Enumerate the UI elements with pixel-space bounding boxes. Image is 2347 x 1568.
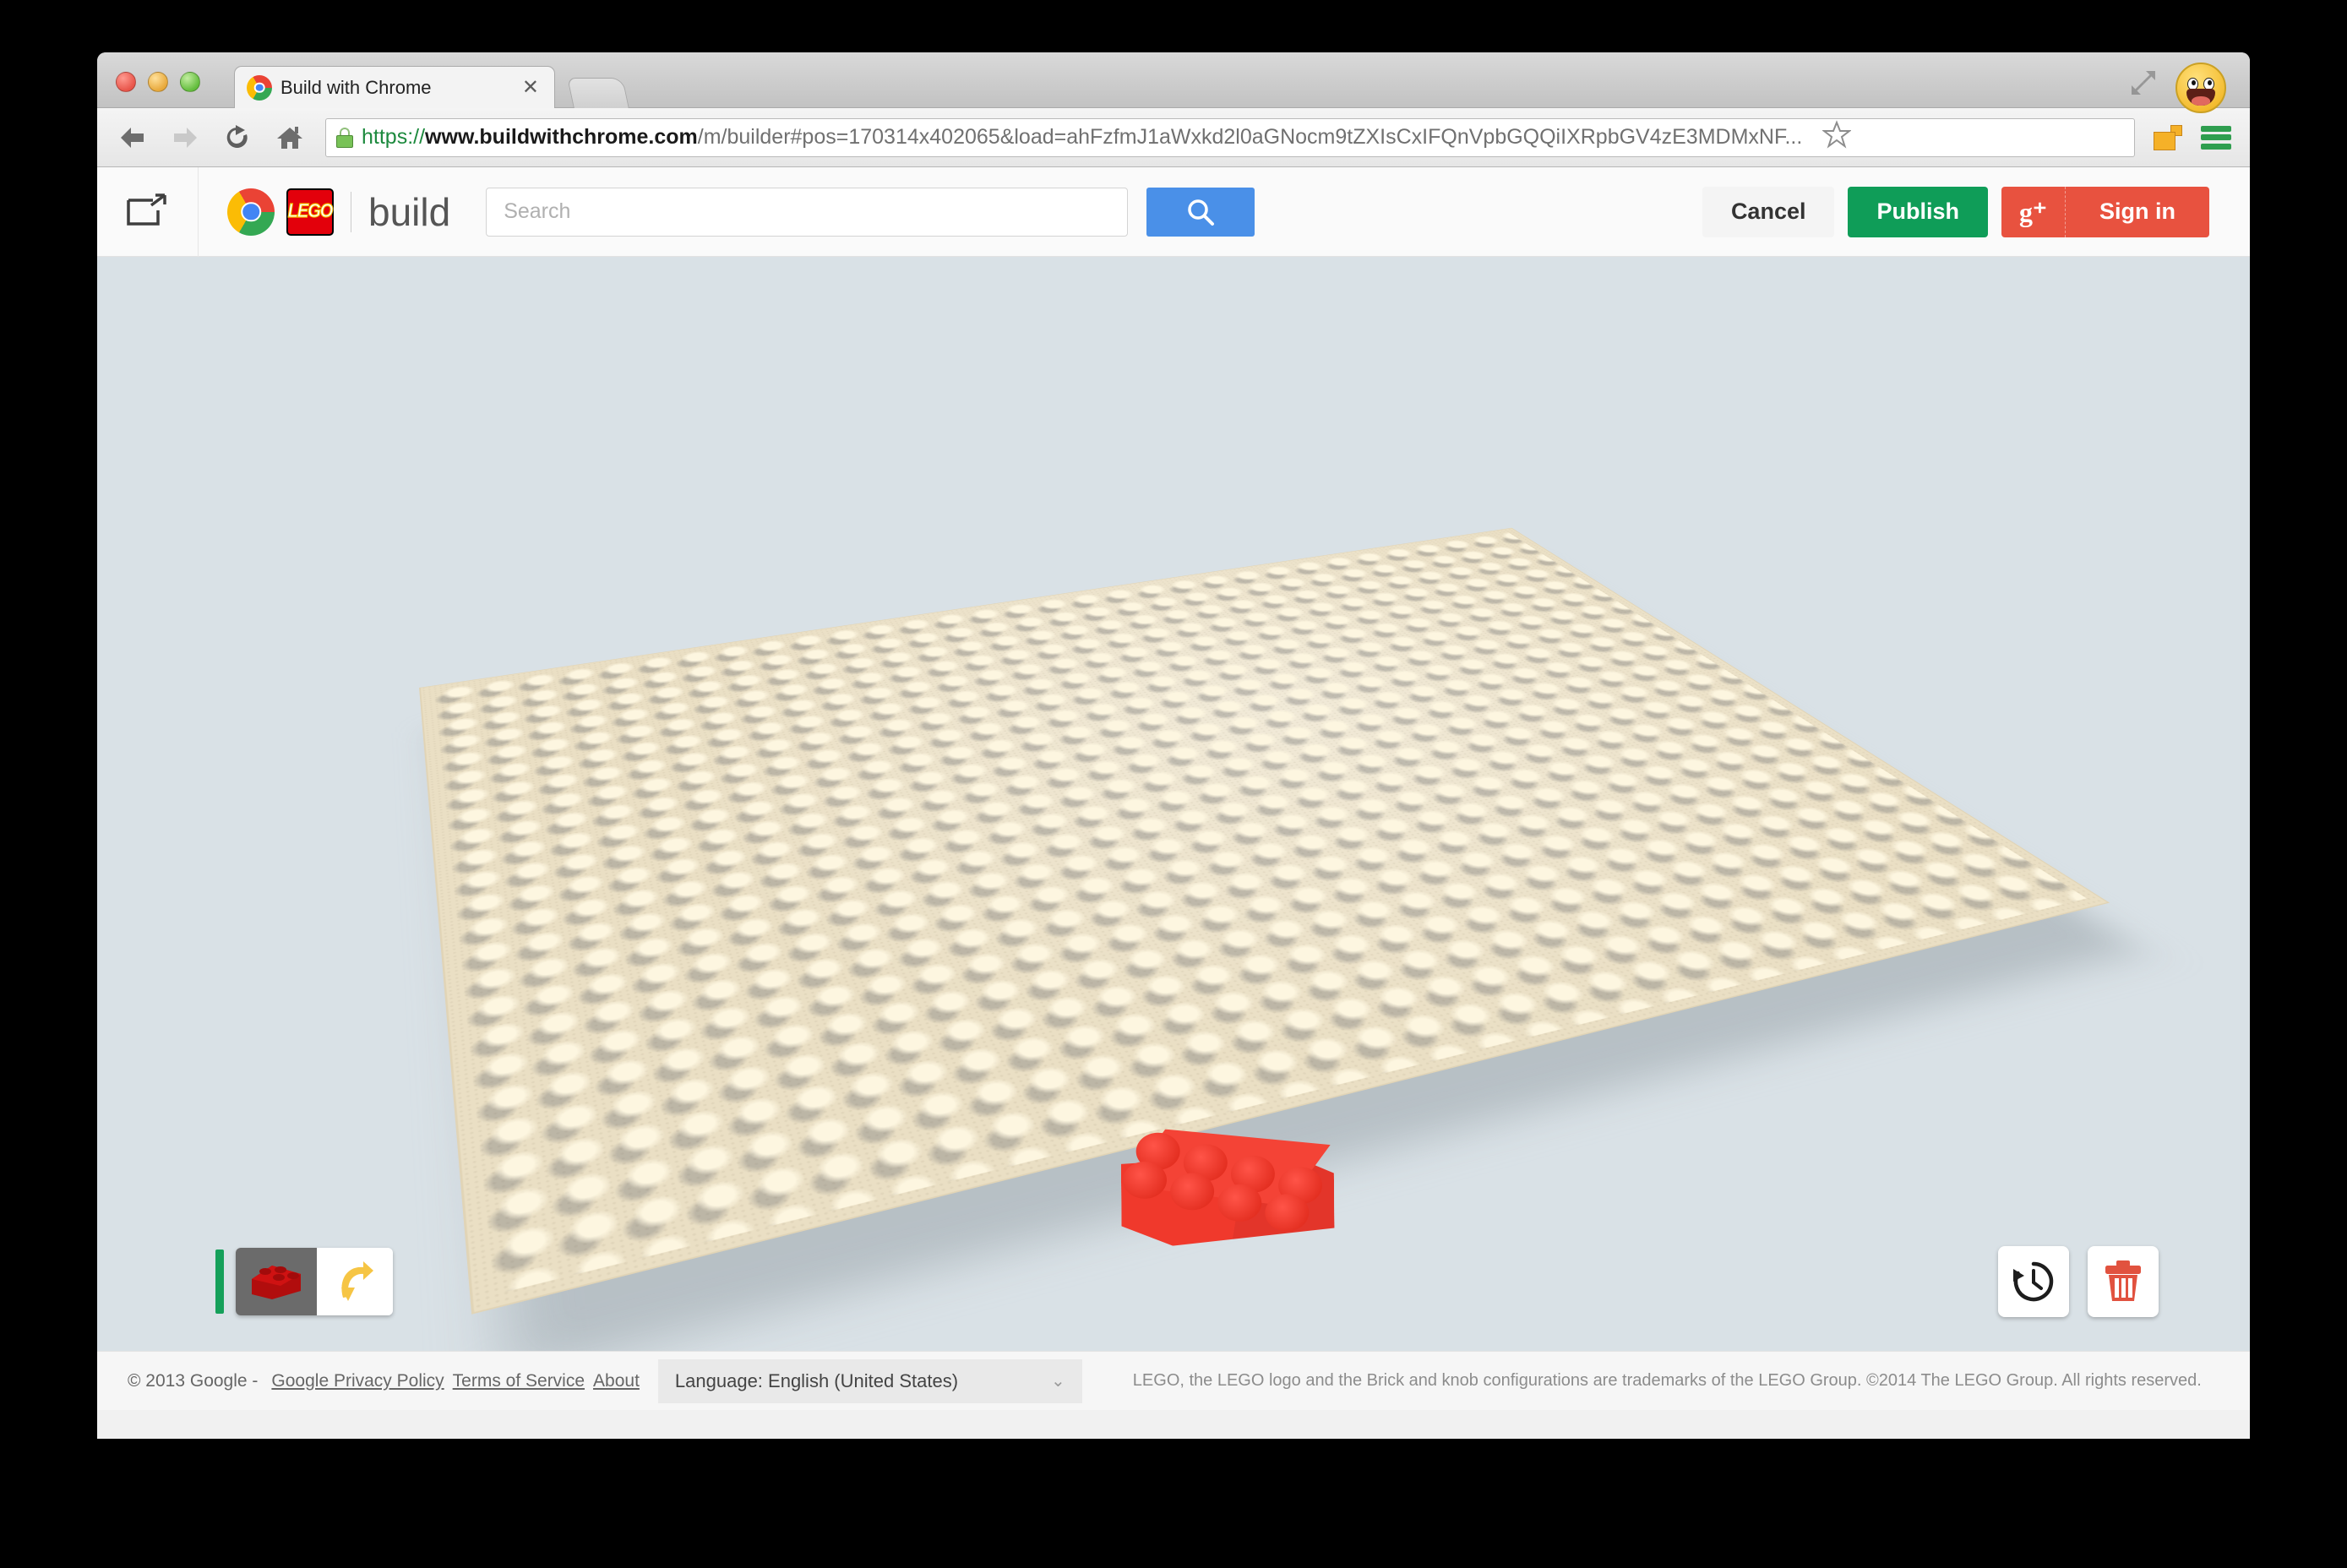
url-host: www.buildwithchrome.com bbox=[425, 125, 698, 149]
google-plus-icon: g⁺ bbox=[2001, 186, 2066, 237]
url-text: https:// www.buildwithchrome.com /m/buil… bbox=[362, 125, 1802, 150]
chrome-icon bbox=[227, 188, 275, 236]
terms-of-service-link[interactable]: Terms of Service bbox=[453, 1371, 585, 1391]
brand: LEGO build bbox=[227, 188, 450, 236]
search-input[interactable] bbox=[486, 187, 1129, 237]
secure-lock-icon bbox=[336, 127, 353, 148]
extension-icon[interactable] bbox=[2154, 124, 2182, 150]
zoom-window-button[interactable] bbox=[180, 72, 200, 92]
hamburger-menu-icon[interactable] bbox=[2201, 125, 2231, 150]
url-scheme: https:// bbox=[362, 125, 426, 149]
publish-button[interactable]: Publish bbox=[1848, 186, 1988, 237]
bookmark-star-icon[interactable] bbox=[1822, 120, 1853, 155]
about-link[interactable]: About bbox=[593, 1371, 640, 1391]
search-area bbox=[486, 187, 1255, 237]
brick-stud bbox=[1265, 1194, 1310, 1232]
color-swatch-green[interactable] bbox=[215, 1250, 224, 1314]
fullscreen-icon[interactable] bbox=[2128, 68, 2159, 98]
brand-wordmark: build bbox=[368, 189, 451, 234]
browser-toolbar: https:// www.buildwithchrome.com /m/buil… bbox=[97, 108, 2250, 167]
sign-in-label: Sign in bbox=[2099, 199, 2175, 224]
app-footer: © 2013 Google - Google Privacy Policy Te… bbox=[97, 1351, 2250, 1410]
language-select[interactable]: Language: English (United States) ⌄ bbox=[657, 1358, 1082, 1403]
browser-window: Build with Chrome ✕ https:// www.buildwi… bbox=[97, 52, 2250, 1439]
brick-tools bbox=[215, 1248, 393, 1315]
lego-logo: LEGO bbox=[286, 188, 334, 236]
close-tab-button[interactable]: ✕ bbox=[519, 76, 542, 99]
close-window-button[interactable] bbox=[116, 72, 136, 92]
back-arrow-icon[interactable] bbox=[116, 121, 150, 155]
builder-canvas[interactable]: LEGO No. 8325950 bbox=[97, 257, 2250, 1351]
avatar[interactable] bbox=[2175, 63, 2226, 113]
sign-in-button[interactable]: g⁺ Sign in bbox=[2001, 186, 2209, 237]
tab-title: Build with Chrome bbox=[280, 76, 432, 98]
window-controls bbox=[116, 72, 200, 92]
privacy-policy-link[interactable]: Google Privacy Policy bbox=[271, 1371, 444, 1391]
copyright-text: © 2013 Google - bbox=[128, 1370, 259, 1391]
brick-picker-icon[interactable] bbox=[236, 1248, 317, 1315]
chevron-down-icon: ⌄ bbox=[1051, 1372, 1065, 1391]
brick-stud bbox=[1169, 1173, 1215, 1211]
brick-picker[interactable] bbox=[236, 1248, 393, 1315]
trash-delete-icon[interactable] bbox=[2088, 1246, 2159, 1317]
home-icon[interactable] bbox=[273, 121, 307, 155]
minimize-window-button[interactable] bbox=[148, 72, 168, 92]
forward-arrow-icon bbox=[168, 121, 202, 155]
rotate-brick-icon[interactable] bbox=[317, 1248, 393, 1315]
canvas-actions bbox=[1998, 1246, 2159, 1317]
legal-text: LEGO, the LEGO logo and the Brick and kn… bbox=[1132, 1371, 2202, 1390]
header-actions: Cancel Publish g⁺ Sign in bbox=[1702, 186, 2250, 237]
lego-logo-text: LEGO bbox=[287, 200, 334, 222]
brick-stud bbox=[1122, 1161, 1168, 1200]
browser-tab[interactable]: Build with Chrome ✕ bbox=[234, 66, 555, 108]
search-button[interactable] bbox=[1146, 187, 1255, 237]
url-path: /m/builder#pos=170314x402065&load=ahFzfm… bbox=[697, 125, 1803, 149]
reload-icon[interactable] bbox=[221, 121, 254, 155]
cancel-button[interactable]: Cancel bbox=[1702, 186, 1835, 237]
app-header: LEGO build Cancel Publish g⁺ Sign in bbox=[97, 166, 2250, 257]
expand-canvas-icon[interactable] bbox=[97, 166, 199, 257]
history-undo-icon[interactable] bbox=[1998, 1246, 2069, 1317]
language-label: Language: English (United States) bbox=[674, 1369, 959, 1391]
address-bar[interactable]: https:// www.buildwithchrome.com /m/buil… bbox=[325, 117, 2135, 157]
brick-stud bbox=[1217, 1184, 1262, 1222]
tab-strip: Build with Chrome ✕ bbox=[97, 52, 2250, 113]
chrome-icon bbox=[247, 74, 272, 101]
new-tab-button[interactable] bbox=[567, 78, 629, 108]
placed-brick[interactable] bbox=[1120, 1116, 1334, 1246]
